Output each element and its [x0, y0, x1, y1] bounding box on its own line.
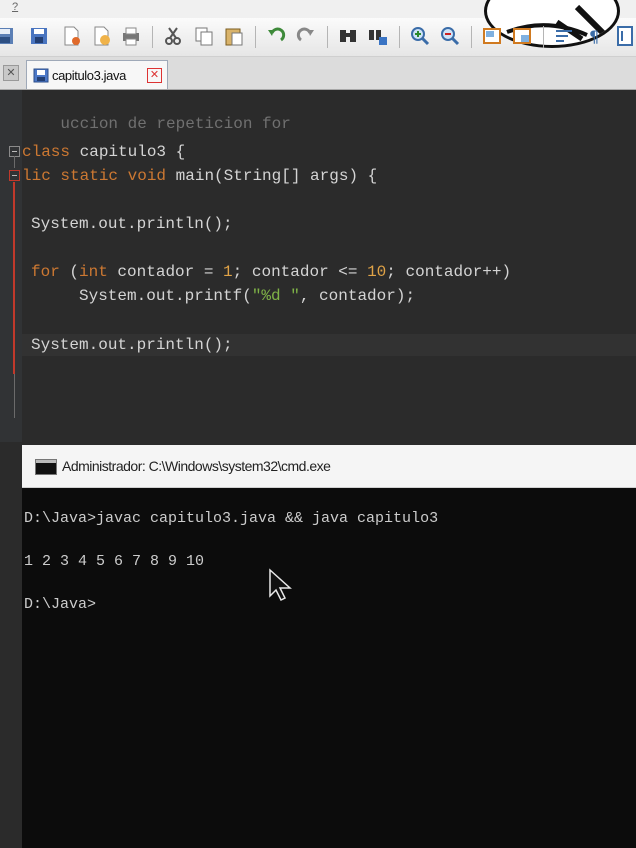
- code-line-4: System.out.println();: [31, 214, 233, 234]
- tab-bar: ✕ capitulo3.java ✕: [0, 57, 636, 90]
- code-text: System.out.println();: [31, 336, 233, 354]
- menu-help[interactable]: ?: [12, 1, 18, 13]
- pilcrow-icon[interactable]: ¶: [584, 25, 606, 47]
- keyword: int: [79, 263, 108, 281]
- toggle-view-icon[interactable]: [481, 25, 503, 47]
- close-tab-icon[interactable]: ✕: [147, 68, 162, 83]
- indent-guide-icon[interactable]: [614, 25, 636, 47]
- console-output-line: 1 2 3 4 5 6 7 8 9 10: [24, 553, 205, 570]
- code-text: System.out.println();: [31, 215, 233, 233]
- print-icon[interactable]: [120, 25, 142, 47]
- zoom-out-icon[interactable]: [439, 25, 461, 47]
- console-line: D:\Java>javac capitulo3.java && java cap…: [24, 510, 439, 527]
- number-literal: 1: [223, 263, 233, 281]
- replace-icon[interactable]: [367, 25, 389, 47]
- paste-icon[interactable]: [223, 25, 245, 47]
- find-icon[interactable]: [337, 25, 359, 47]
- new-file-icon[interactable]: [60, 25, 82, 47]
- string-literal: "%d ": [251, 287, 300, 305]
- save-icon[interactable]: [28, 25, 50, 47]
- cut-icon[interactable]: [162, 25, 184, 47]
- code-text: main(String[] args) {: [166, 167, 378, 185]
- keyword: class: [22, 143, 71, 161]
- code-line-1: uccion de repeticion for: [22, 94, 290, 133]
- code-line-3: lic static void main(String[] args) {: [22, 166, 377, 186]
- cmd-console[interactable]: D:\Java>javac capitulo3.java && java cap…: [22, 488, 636, 848]
- save-all-icon[interactable]: [0, 25, 16, 47]
- code-line-5: for (int contador = 1; contador <= 10; c…: [31, 262, 511, 282]
- svg-text:¶: ¶: [589, 27, 599, 46]
- redo-icon[interactable]: [296, 25, 318, 47]
- zoom-in-icon[interactable]: [409, 25, 431, 47]
- number-literal: 10: [367, 263, 387, 281]
- cmd-window-title: Administrador: C:\Windows\system32\cmd.e…: [62, 458, 331, 474]
- code-comment: uccion de repeticion for: [60, 115, 291, 133]
- console-icon: [35, 459, 57, 475]
- code-text: contador =: [107, 263, 224, 281]
- window-icon[interactable]: [511, 25, 533, 47]
- undo-icon[interactable]: [264, 25, 286, 47]
- word-wrap-icon[interactable]: [553, 25, 575, 47]
- console-prompt-line: D:\Java>: [24, 596, 97, 613]
- new-project-icon[interactable]: [90, 25, 112, 47]
- code-text: , contador);: [299, 287, 416, 305]
- cmd-title-bar[interactable]: Administrador: C:\Windows\system32\cmd.e…: [22, 445, 636, 488]
- keyword: for: [31, 263, 60, 281]
- tab-capitulo3-java[interactable]: capitulo3.java ✕: [26, 60, 168, 89]
- code-line-2: class capitulo3 {: [22, 142, 185, 162]
- tab-label: capitulo3.java: [52, 68, 126, 83]
- code-line-6: System.out.printf("%d ", contador);: [79, 286, 415, 306]
- keyword: lic static void: [22, 167, 167, 185]
- code-text: (: [59, 263, 80, 281]
- copy-icon[interactable]: [193, 25, 215, 47]
- code-text: System.out.printf(: [79, 287, 252, 305]
- mouse-pointer-icon: [268, 568, 296, 607]
- close-all-tabs-icon[interactable]: ✕: [3, 65, 19, 81]
- code-text: ; contador++): [386, 263, 512, 281]
- editor-gutter: [0, 90, 22, 442]
- code-text: capitulo3 {: [70, 143, 186, 161]
- fold-toggle-icon[interactable]: [9, 170, 20, 181]
- java-file-icon: [33, 68, 49, 88]
- toolbar: ¶: [0, 0, 636, 57]
- code-line-7: System.out.println();: [31, 335, 233, 355]
- code-editor[interactable]: uccion de repeticion for class capitulo3…: [0, 90, 636, 442]
- code-text: ; contador <=: [232, 263, 368, 281]
